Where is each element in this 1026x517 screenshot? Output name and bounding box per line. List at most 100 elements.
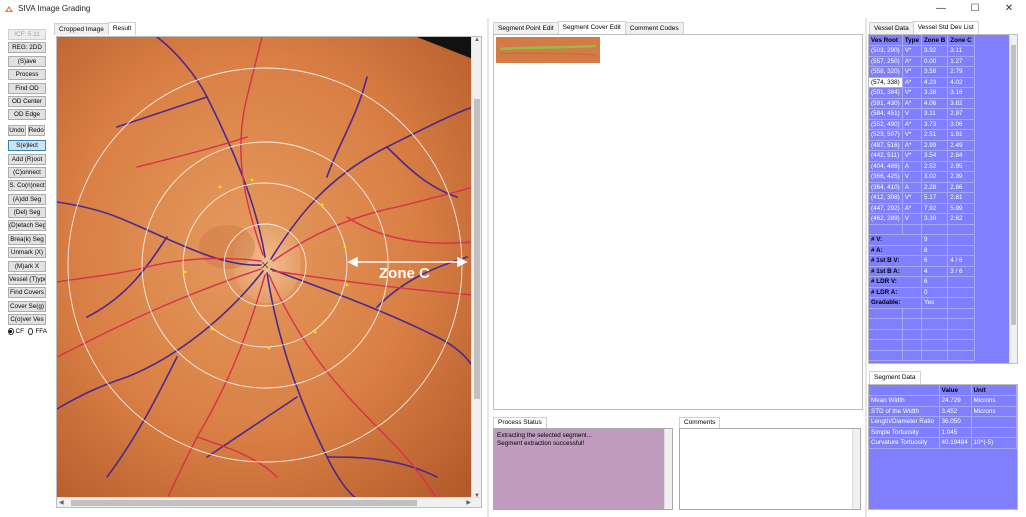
scroll-right-icon[interactable]: ▶ <box>466 499 471 506</box>
vessel-row[interactable]: (462, 289) V 3.30 2.62 <box>869 213 975 225</box>
segment-data-value: 3.452 <box>939 406 972 417</box>
segment-data-panel: Value Unit Mean Width 24.729 Microns STD of… <box>868 384 1018 510</box>
detach-seg-button[interactable]: (D)etach Seg <box>8 220 46 232</box>
del-seg-button[interactable]: (Del) Seg <box>8 207 46 219</box>
vessel-row[interactable]: (442, 511) V* 3.54 2.84 <box>869 150 975 162</box>
image-vertical-scroll-thumb[interactable] <box>474 99 480 399</box>
tab-segment-point-edit[interactable]: Segment Point Edit <box>493 22 559 34</box>
empty-cell <box>869 224 903 235</box>
vessel-summary-row: # V: 9 <box>869 234 975 246</box>
vessel-row[interactable]: (366, 425) V 3.02 2.39 <box>869 171 975 183</box>
vessel-table-scrollbar[interactable] <box>1009 35 1017 363</box>
unmark-button[interactable]: Unmark (X) <box>8 247 46 259</box>
empty-cell <box>869 339 903 351</box>
break-seg-button[interactable]: Brea(k) Seg <box>8 233 46 245</box>
maximize-button[interactable]: ☐ <box>958 0 992 17</box>
col-type[interactable]: Type <box>902 35 922 46</box>
od-center-button[interactable]: OD Center <box>8 95 46 107</box>
image-horizontal-scroll-thumb[interactable] <box>71 500 417 506</box>
title-bar: SIVA Image Grading — ☐ ✕ <box>0 0 1026 17</box>
empty-cell <box>921 308 949 319</box>
connect-button[interactable]: (C)onnect <box>8 166 46 178</box>
summary-label: # 1st B A: <box>869 266 922 277</box>
vessel-row[interactable]: (552, 490) A* 3.73 3.06 <box>869 119 975 130</box>
window-title: SIVA Image Grading <box>18 4 91 13</box>
vessel-row[interactable]: (364, 410) A 2.28 2.86 <box>869 182 975 193</box>
select-button[interactable]: S(e)lect <box>8 140 46 152</box>
segment-data-label: Length/Diameter Ratio <box>869 416 940 428</box>
tab-vessel-data[interactable]: Vessel Data <box>869 22 914 34</box>
summary-value <box>947 297 975 309</box>
vessel-row[interactable]: (591, 430) A* 4.06 3.82 <box>869 98 975 109</box>
add-seg-button[interactable]: (A)dd Seg <box>8 193 46 205</box>
reg-2dd-button[interactable]: REG: 2DD <box>8 42 46 54</box>
segment-thumbnail[interactable] <box>496 37 600 63</box>
tab-segment-cover-edit[interactable]: Segment Cover Edit <box>557 21 626 34</box>
vessel-row[interactable]: (412, 308) V* 5.17 2.81 <box>869 192 975 204</box>
scroll-left-icon[interactable]: ◀ <box>59 499 64 506</box>
empty-cell <box>947 318 975 330</box>
tab-cropped-image[interactable]: Cropped Image <box>54 23 109 35</box>
vessel-cell: 1.27 <box>947 56 975 67</box>
segment-tabs: Segment Point Edit Segment Cover Edit Co… <box>493 21 684 34</box>
vessel-type-button[interactable]: Vessel (T)ype <box>8 274 46 286</box>
scroll-up-icon[interactable]: ▲ <box>474 37 480 43</box>
vessel-table-scroll-thumb[interactable] <box>1011 45 1016 325</box>
radio-ffa[interactable] <box>27 328 34 336</box>
redo-button[interactable]: Redo <box>27 124 45 136</box>
find-od-button[interactable]: Find OD <box>8 82 46 94</box>
vessel-row[interactable]: (557, 250) A* 0.00 1.27 <box>869 56 975 67</box>
vessel-row[interactable]: (558, 320) V* 3.58 2.79 <box>869 66 975 78</box>
vessel-summary-row: Gradable: Yes <box>869 297 975 309</box>
vessel-row[interactable]: (591, 384) V* 3.38 3.16 <box>869 87 975 99</box>
radio-ffa-label: FFA <box>35 328 47 336</box>
image-vertical-scrollbar[interactable]: ▲ ▼ <box>471 37 481 499</box>
image-tabs: Cropped Image Result <box>54 22 137 35</box>
vessel-empty-row <box>869 350 975 361</box>
vessel-row[interactable]: (447, 292) A* 7.92 5.99 <box>869 203 975 214</box>
cover-ves-button[interactable]: C(o)ver Ves <box>8 314 46 326</box>
col-zone-c[interactable]: Zone C <box>947 35 975 46</box>
segment-cover-panel[interactable] <box>493 34 863 410</box>
vessel-cell: (584, 451) <box>869 108 903 120</box>
mark-button[interactable]: (M)ark X <box>8 260 46 272</box>
icf-button[interactable]: ICF: 5.11 <box>8 29 46 40</box>
vessel-cell: (412, 308) <box>869 192 903 204</box>
splitter-left[interactable] <box>487 18 489 517</box>
tab-vessel-std-dev-list[interactable]: Vessel Std Dev List <box>912 21 979 34</box>
save-button[interactable]: (S)ave <box>8 55 46 67</box>
undo-button[interactable]: Undo <box>8 124 26 136</box>
od-edge-button[interactable]: OD Edge <box>8 109 46 121</box>
vessel-empty-row <box>869 318 975 330</box>
tab-result[interactable]: Result <box>107 22 137 35</box>
add-root-button[interactable]: Add (R)oot <box>8 153 46 165</box>
fundus-image-panel[interactable]: Zone C ▲ ▼ ◀ ▶ <box>56 36 482 508</box>
vessel-row[interactable]: (523, 507) V* 2.51 1.91 <box>869 129 975 141</box>
vessel-row[interactable]: (404, 486) A 2.52 2.95 <box>869 161 975 172</box>
vessel-row[interactable]: (487, 516) A* 2.99 2.49 <box>869 140 975 151</box>
vessel-cell: 3.58 <box>921 66 949 78</box>
comments-scrollbar[interactable] <box>852 429 860 509</box>
status-scrollbar[interactable] <box>664 429 672 509</box>
empty-cell <box>921 329 949 340</box>
vessel-cell: (591, 430) <box>869 98 903 109</box>
splitter-right[interactable] <box>865 18 867 517</box>
s-connect-button[interactable]: S. Co(n)nect <box>8 180 46 192</box>
col-zone-b[interactable]: Zone B <box>921 35 949 46</box>
vessel-row[interactable]: (584, 451) V 3.11 2.97 <box>869 108 975 120</box>
vessel-row[interactable]: (574, 338) A* 4.23 4.02 <box>869 77 975 88</box>
cover-seg-button[interactable]: Cover Se(g) <box>8 300 46 312</box>
tab-comment-codes[interactable]: Comment Codes <box>624 22 684 34</box>
tab-segment-data[interactable]: Segment Data <box>869 371 921 384</box>
col-ves-root[interactable]: Ves Root <box>869 35 903 46</box>
process-button[interactable]: Process <box>8 69 46 81</box>
radio-cf[interactable] <box>8 328 14 336</box>
vessel-cell: 2.97 <box>947 108 975 120</box>
empty-cell <box>902 318 922 330</box>
vessel-row[interactable]: (503, 290) V* 3.92 3.11 <box>869 45 975 57</box>
close-button[interactable]: ✕ <box>992 0 1026 17</box>
comments-textarea[interactable] <box>679 428 861 510</box>
minimize-button[interactable]: — <box>924 0 958 17</box>
find-covers-button[interactable]: Find Covers <box>8 287 46 299</box>
image-horizontal-scrollbar[interactable]: ◀ ▶ <box>57 497 481 507</box>
